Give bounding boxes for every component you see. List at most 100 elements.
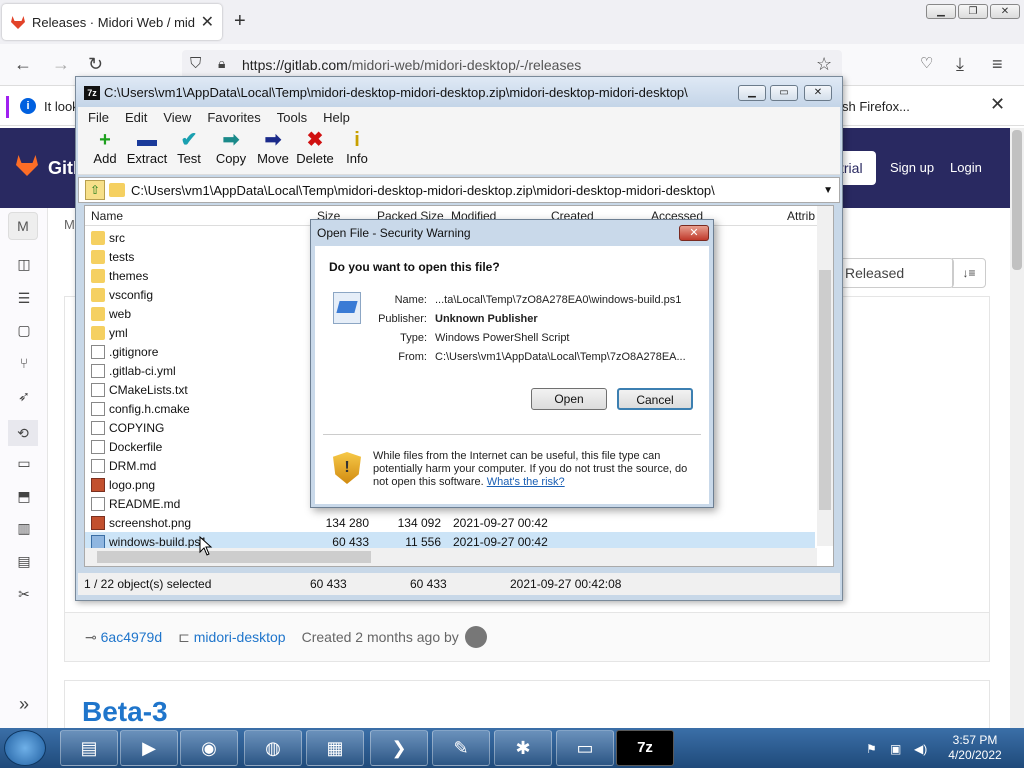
bookmark-star-icon[interactable]: ☆	[816, 54, 832, 75]
file-list-hthumb[interactable]	[97, 551, 371, 563]
volume-icon[interactable]: ◀)	[914, 742, 927, 756]
file-name: DRM.md	[109, 458, 157, 473]
sevenzip-close-button[interactable]: ✕	[804, 85, 832, 101]
status-size: 60 433	[310, 577, 347, 591]
dialog-close-button[interactable]: ✕	[679, 225, 709, 241]
analytics-icon[interactable]: ▥	[16, 520, 32, 536]
file-icon	[91, 363, 105, 378]
shield-icon[interactable]: ⛉	[190, 55, 201, 72]
sort-dropdown[interactable]: Released date⌄	[836, 258, 954, 309]
explorer-icon[interactable]: ▤	[60, 730, 118, 766]
login-link[interactable]: Login	[950, 160, 982, 175]
open-button[interactable]: Open	[531, 388, 607, 410]
forward-icon[interactable]: →	[52, 54, 70, 75]
minimize-button[interactable]: ▁	[926, 4, 956, 19]
close-tab-icon[interactable]: ✕	[201, 12, 214, 32]
menu-help[interactable]: Help	[323, 110, 350, 125]
commit-link[interactable]: 6ac4979d	[101, 629, 163, 645]
file-list-vthumb[interactable]	[819, 270, 831, 510]
merge-requests-icon[interactable]: ⑂	[16, 355, 32, 371]
download-icon[interactable]: ⤓	[956, 54, 964, 75]
delete-button[interactable]: ✖ Delete	[294, 129, 336, 166]
powershell-icon[interactable]: ❯	[370, 730, 428, 766]
file-row[interactable]: screenshot.png 134 280 134 092 2021-09-27 0…	[85, 513, 815, 532]
menu-edit[interactable]: Edit	[125, 110, 147, 125]
menu-view[interactable]: View	[163, 110, 191, 125]
test-button[interactable]: ✔ Test	[168, 129, 210, 166]
sign-up-link[interactable]: Sign up	[890, 160, 934, 175]
snippets-icon[interactable]: ✂	[16, 586, 32, 602]
packages-icon[interactable]: ⬒	[16, 488, 32, 504]
folder-icon	[91, 287, 105, 302]
notepad-icon[interactable]: ✎	[432, 730, 490, 766]
repository-icon[interactable]: ◫	[16, 256, 32, 272]
book-icon[interactable]: ▤	[16, 553, 32, 569]
up-folder-icon[interactable]: ⇧	[85, 180, 105, 200]
flag-icon[interactable]: ⚑	[866, 742, 877, 756]
author-avatar[interactable]	[464, 626, 487, 648]
reload-icon[interactable]: ↻	[88, 54, 103, 75]
network-icon[interactable]: ▣	[890, 742, 901, 756]
file-packed: 11 556	[405, 534, 441, 549]
gitlab-logo-icon[interactable]	[14, 152, 40, 178]
restore-button[interactable]: ❐	[958, 4, 988, 19]
file-icon	[91, 496, 105, 511]
file-name-cell: windows-build.ps1	[85, 534, 305, 549]
risk-link[interactable]: What's the risk?	[487, 476, 565, 488]
sevenzip-toolbar: + Add ▬ Extract ✔ Test ➡ Copy ➡ Move ✖ Delete …	[78, 127, 840, 175]
file-icon	[91, 401, 105, 416]
menu-favorites[interactable]: Favorites	[207, 110, 260, 125]
clock[interactable]: 3:57 PM 4/20/2022	[940, 733, 1010, 763]
breadcrumb[interactable]: M	[64, 217, 75, 232]
menu-icon[interactable]: ≡	[992, 54, 1003, 75]
status-bar: 1 / 22 object(s) selected 60 433 60 433 …	[78, 573, 840, 595]
pocket-icon[interactable]: ♡	[920, 54, 933, 72]
wiki-icon[interactable]: ▢	[16, 322, 32, 338]
drive-icon[interactable]: ▭	[556, 730, 614, 766]
status-packed: 60 433	[410, 577, 447, 591]
monitor-icon[interactable]: ▭	[16, 455, 32, 471]
menu-file[interactable]: File	[88, 110, 109, 125]
info-button[interactable]: i Info	[336, 129, 378, 166]
calculator-icon[interactable]: ▦	[306, 730, 364, 766]
menu-tools[interactable]: Tools	[277, 110, 307, 125]
expand-sidebar-icon[interactable]: »	[16, 695, 32, 713]
release-title[interactable]: Beta-3	[82, 696, 168, 728]
issues-icon[interactable]: ☰	[16, 290, 32, 306]
file-name: .gitignore	[109, 344, 159, 359]
path-dropdown-icon[interactable]: ▼	[823, 185, 833, 196]
start-button[interactable]	[4, 730, 46, 766]
new-tab-icon[interactable]: +	[234, 10, 246, 33]
sevenzip-taskbar-icon[interactable]: 7z	[616, 730, 674, 766]
dialog-body: Do you want to open this file? Name: ...…	[315, 246, 709, 504]
col-name[interactable]: Name	[85, 206, 311, 225]
sevenzip-minimize-button[interactable]: ▁	[738, 85, 766, 101]
folder-icon	[109, 183, 125, 197]
extract-button[interactable]: ▬ Extract	[126, 129, 168, 166]
path-bar[interactable]: ⇧ C:\Users\vm1\AppData\Local\Temp\midori…	[78, 177, 840, 203]
gitlab-favicon-icon	[11, 16, 25, 29]
add-button[interactable]: + Add	[84, 129, 126, 166]
bug-tool-icon[interactable]: ✱	[494, 730, 552, 766]
back-icon[interactable]: ←	[14, 54, 32, 75]
chrome-icon[interactable]: ◉	[180, 730, 238, 766]
browser-tab[interactable]: Releases · Midori Web / midori- ✕	[2, 4, 222, 40]
publisher-label: Publisher:	[378, 313, 427, 325]
dialog-titlebar[interactable]: Open File - Security Warning	[311, 220, 713, 246]
deployments-icon[interactable]: ⟲	[8, 420, 38, 446]
lock-icon[interactable]: 🔒︎	[218, 55, 225, 72]
firefox-icon[interactable]: ◍	[244, 730, 302, 766]
sevenzip-titlebar[interactable]: C:\Users\vm1\AppData\Local\Temp\midori-d…	[76, 77, 842, 107]
branch-link[interactable]: midori-desktop	[194, 629, 286, 645]
copy-button[interactable]: ➡ Copy	[210, 129, 252, 166]
close-window-button[interactable]: ✕	[990, 4, 1020, 19]
page-scroll-thumb[interactable]	[1012, 130, 1022, 270]
cancel-button[interactable]: Cancel	[617, 388, 693, 410]
move-button[interactable]: ➡ Move	[252, 129, 294, 166]
project-avatar[interactable]: M	[8, 212, 38, 240]
sort-direction-button[interactable]: ↓≡	[952, 258, 986, 288]
sevenzip-maximize-button[interactable]: ▭	[770, 85, 798, 101]
media-player-icon[interactable]: ▶	[120, 730, 178, 766]
rocket-icon[interactable]: ➶	[16, 388, 32, 404]
close-notification-icon[interactable]: ✕	[990, 94, 1005, 115]
